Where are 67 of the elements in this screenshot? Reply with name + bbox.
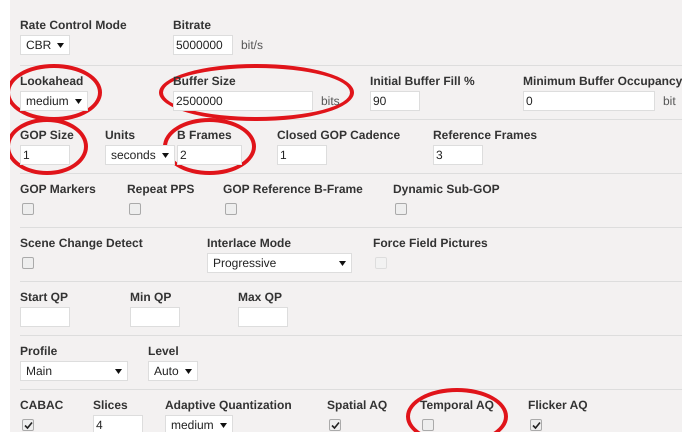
field-label: Spatial AQ bbox=[327, 398, 388, 412]
caret-icon bbox=[74, 98, 82, 104]
checkbox[interactable] bbox=[22, 257, 34, 269]
field-label: Profile bbox=[20, 344, 58, 358]
field-label: B Frames bbox=[177, 128, 233, 142]
dropdown[interactable]: medium bbox=[20, 91, 88, 111]
input-field[interactable]: 4 bbox=[93, 415, 143, 432]
caret-icon bbox=[220, 422, 227, 428]
input-field[interactable]: 2 bbox=[177, 145, 242, 165]
field-label: Rate Control Mode bbox=[20, 18, 127, 32]
input-field[interactable] bbox=[238, 307, 288, 327]
caret-icon bbox=[57, 42, 64, 48]
field-label: CABAC bbox=[20, 398, 64, 412]
input-field[interactable]: 1 bbox=[277, 145, 327, 165]
dropdown[interactable]: Main bbox=[20, 361, 128, 381]
input-field[interactable]: 0 bbox=[523, 91, 655, 111]
input-field[interactable]: 3 bbox=[433, 145, 483, 165]
field-label: Bitrate bbox=[173, 18, 212, 32]
field-label: Slices bbox=[93, 398, 129, 412]
dropdown[interactable]: CBR bbox=[20, 35, 70, 55]
field-label: Closed GOP Cadence bbox=[277, 128, 400, 142]
checkbox[interactable] bbox=[22, 203, 34, 215]
unit-label: bit bbox=[663, 94, 676, 108]
caret-icon bbox=[162, 152, 169, 158]
field-label: Repeat PPS bbox=[127, 182, 194, 196]
field-label: Dynamic Sub-GOP bbox=[393, 182, 500, 196]
field-label: GOP Markers bbox=[20, 182, 96, 196]
field-label: Interlace Mode bbox=[207, 236, 292, 250]
field-label: Lookahead bbox=[20, 74, 84, 88]
input-field[interactable]: 5000000 bbox=[173, 35, 233, 55]
field-label: Adaptive Quantization bbox=[165, 398, 292, 412]
field-label: Force Field Pictures bbox=[373, 236, 488, 250]
dropdown[interactable]: seconds bbox=[105, 145, 175, 165]
caret-icon bbox=[115, 368, 122, 374]
input-field[interactable]: 90 bbox=[370, 91, 420, 111]
dropdown[interactable]: Auto bbox=[148, 361, 198, 381]
checkbox[interactable] bbox=[129, 203, 141, 215]
field-label: Initial Buffer Fill % bbox=[370, 74, 475, 88]
field-label: Reference Frames bbox=[433, 128, 538, 142]
checkbox[interactable] bbox=[22, 419, 34, 431]
unit-label: bits bbox=[321, 94, 340, 108]
field-label: Buffer Size bbox=[173, 74, 237, 88]
field-label: Level bbox=[148, 344, 180, 358]
field-label: Max QP bbox=[238, 290, 284, 304]
input-field[interactable] bbox=[20, 307, 70, 327]
field-label: Temporal AQ bbox=[420, 398, 494, 412]
field-label: GOP Size bbox=[20, 128, 74, 142]
field-label: Scene Change Detect bbox=[20, 236, 143, 250]
field-label: Min QP bbox=[130, 290, 172, 304]
input-field[interactable] bbox=[130, 307, 180, 327]
field-label: Flicker AQ bbox=[528, 398, 588, 412]
input-field[interactable]: 2500000 bbox=[173, 91, 313, 111]
checkbox[interactable] bbox=[422, 419, 434, 431]
input-field[interactable]: 1 bbox=[20, 145, 70, 165]
caret-icon bbox=[339, 260, 346, 266]
field-label: GOP Reference B-Frame bbox=[223, 182, 363, 196]
checkbox[interactable] bbox=[530, 419, 542, 431]
field-label: Start QP bbox=[20, 290, 70, 304]
dropdown[interactable]: medium bbox=[165, 415, 233, 432]
unit-label: bit/s bbox=[241, 38, 264, 52]
checkbox[interactable] bbox=[395, 203, 407, 215]
field-label: Minimum Buffer Occupancy bbox=[523, 74, 682, 88]
checkbox[interactable] bbox=[329, 419, 341, 431]
field-label: Units bbox=[105, 128, 136, 142]
checkbox[interactable] bbox=[225, 203, 237, 215]
dropdown[interactable]: Progressive bbox=[207, 253, 352, 273]
caret-icon bbox=[184, 368, 192, 374]
